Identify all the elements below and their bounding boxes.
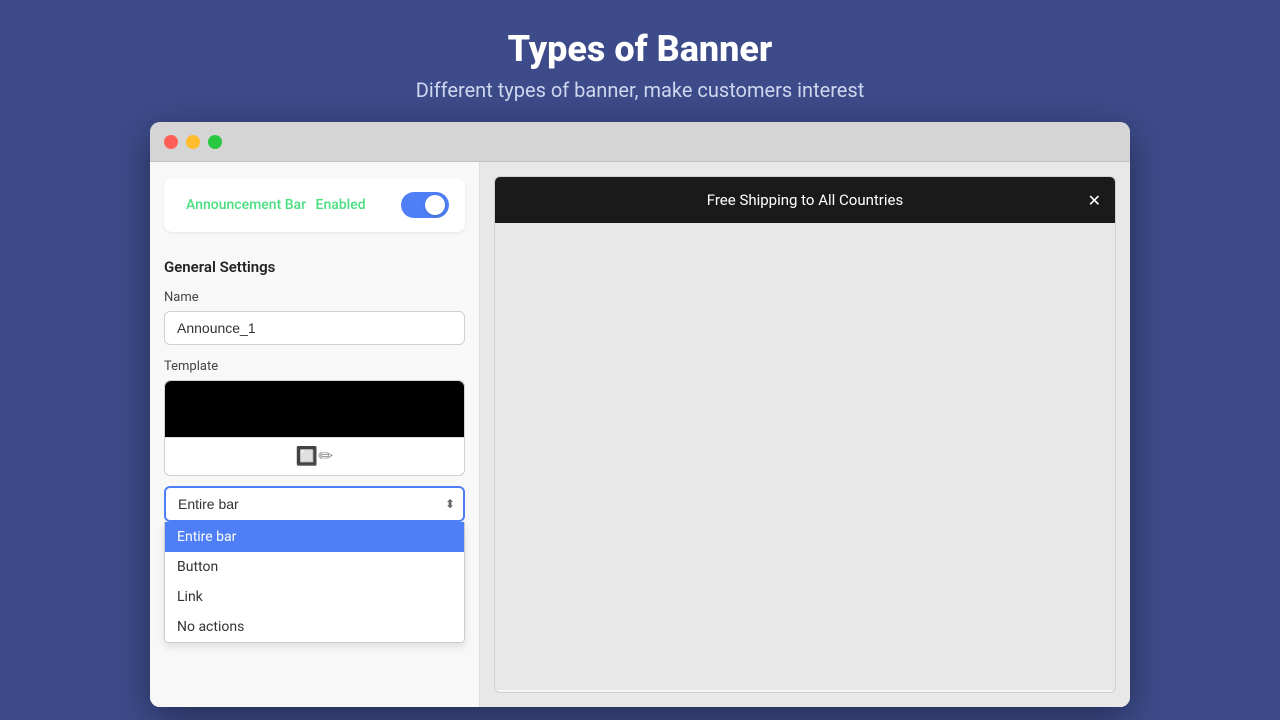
preview-banner-text: Free Shipping to All Countries bbox=[707, 191, 903, 209]
mac-titlebar bbox=[150, 122, 1130, 162]
template-preview bbox=[165, 381, 464, 437]
announcement-bar-toggle-section: Announcement Bar Enabled bbox=[164, 178, 465, 232]
name-label: Name bbox=[164, 290, 465, 305]
mac-window: Announcement Bar Enabled General Setting… bbox=[150, 122, 1130, 707]
template-edit-icon[interactable]: 🔲✏ bbox=[296, 446, 334, 467]
page-subtitle: Different types of banner, make customer… bbox=[416, 78, 865, 102]
announcement-bar-toggle[interactable] bbox=[401, 192, 449, 218]
page-header: Types of Banner Different types of banne… bbox=[416, 0, 865, 122]
template-wrapper: 🔲✏ bbox=[164, 380, 465, 476]
dropdown-option-link[interactable]: Link bbox=[165, 582, 464, 612]
dropdown-options: Entire bar Button Link No actions bbox=[164, 522, 465, 643]
preview-banner: Free Shipping to All Countries ✕ bbox=[495, 177, 1115, 223]
template-select[interactable]: Entire bar Button Link No actions bbox=[164, 486, 465, 522]
dropdown-option-button[interactable]: Button bbox=[165, 552, 464, 582]
dropdown-option-no-actions[interactable]: No actions bbox=[165, 612, 464, 642]
page-title: Types of Banner bbox=[416, 28, 865, 70]
dropdown-option-entire-bar[interactable]: Entire bar bbox=[165, 522, 464, 552]
name-input[interactable] bbox=[164, 311, 465, 345]
general-settings-title: General Settings bbox=[164, 258, 465, 276]
preview-body bbox=[495, 223, 1115, 690]
mac-close-button[interactable] bbox=[164, 135, 178, 149]
window-content: Announcement Bar Enabled General Setting… bbox=[150, 162, 1130, 707]
left-panel: Announcement Bar Enabled General Setting… bbox=[150, 162, 480, 707]
template-label: Template bbox=[164, 359, 465, 374]
announcement-bar-label: Announcement Bar Enabled bbox=[180, 197, 366, 213]
preview-window: Free Shipping to All Countries ✕ bbox=[494, 176, 1116, 693]
right-panel: Free Shipping to All Countries ✕ bbox=[480, 162, 1130, 707]
general-settings-section: General Settings Name Template 🔲✏ Entire… bbox=[150, 248, 479, 536]
announcement-bar-status: Enabled bbox=[316, 197, 366, 213]
preview-banner-close-button[interactable]: ✕ bbox=[1088, 191, 1101, 210]
mac-fullscreen-button[interactable] bbox=[208, 135, 222, 149]
template-bottom: 🔲✏ bbox=[165, 437, 464, 475]
template-select-wrapper: Entire bar Button Link No actions ⬍ Enti… bbox=[164, 486, 465, 522]
mac-minimize-button[interactable] bbox=[186, 135, 200, 149]
